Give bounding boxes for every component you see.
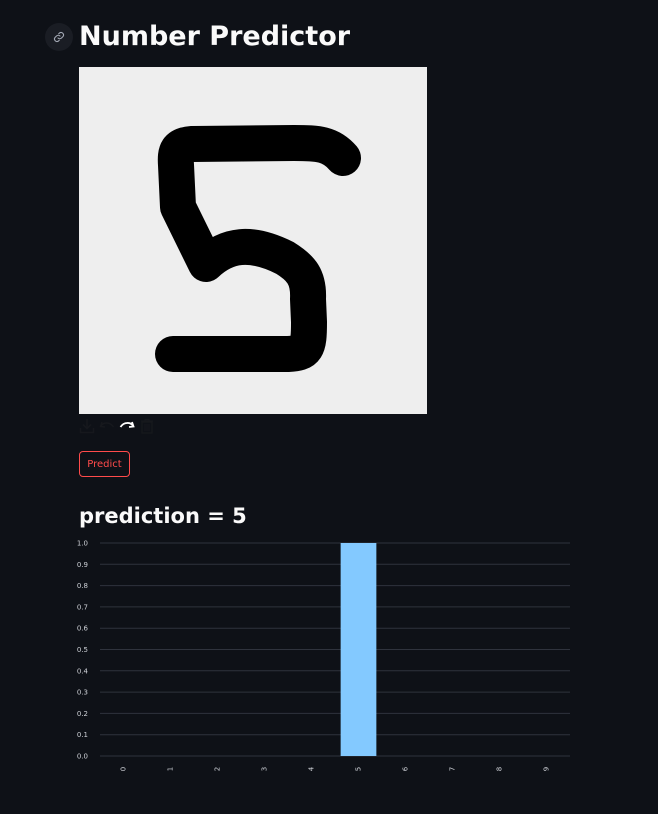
y-tick-label: 0.7 — [77, 603, 88, 611]
probability-bar-chart: 0.0 0.1 0.2 0.3 0.4 0.5 0.6 0.7 0.8 0.9 1.0 0 1 2 3 4 5 6… — [77, 540, 570, 771]
drawing-canvas[interactable] — [79, 67, 427, 414]
y-tick-label: 0.4 — [77, 667, 89, 675]
link-icon — [53, 31, 65, 43]
x-tick-label: 2 — [214, 767, 222, 771]
x-tick-label: 0 — [120, 767, 128, 771]
x-tick-label: 8 — [496, 767, 504, 771]
bar-digit-5 — [340, 543, 377, 756]
x-tick-label: 6 — [402, 766, 410, 771]
prediction-heading: prediction = 5 — [79, 504, 247, 528]
predict-button[interactable]: Predict — [79, 451, 130, 477]
x-tick-label: 3 — [261, 767, 269, 771]
redo-icon[interactable] — [118, 417, 136, 435]
x-tick-label: 1 — [167, 767, 175, 771]
y-tick-label: 0.1 — [77, 731, 88, 739]
y-tick-label: 1.0 — [77, 540, 88, 548]
trash-icon[interactable] — [138, 417, 156, 435]
undo-icon[interactable] — [98, 417, 116, 435]
y-tick-label: 0.6 — [77, 625, 89, 633]
y-tick-label: 0.0 — [77, 753, 88, 761]
x-tick-label: 7 — [449, 767, 457, 771]
download-icon[interactable] — [78, 417, 96, 435]
page-title: Number Predictor — [79, 21, 351, 52]
x-tick-label: 4 — [308, 766, 316, 771]
drawn-digit — [155, 125, 361, 372]
y-tick-label: 0.9 — [77, 561, 88, 569]
x-tick-label: 9 — [543, 767, 551, 771]
x-tick-label: 5 — [355, 767, 363, 771]
app-page: Number Predictor Predict prediction = 5 … — [0, 0, 658, 814]
y-tick-label: 0.8 — [77, 582, 88, 590]
y-tick-label: 0.5 — [77, 646, 88, 654]
y-tick-label: 0.3 — [77, 689, 88, 697]
header-anchor-link[interactable] — [45, 23, 73, 51]
y-tick-label: 0.2 — [77, 710, 88, 718]
canvas-toolbar — [78, 417, 156, 435]
